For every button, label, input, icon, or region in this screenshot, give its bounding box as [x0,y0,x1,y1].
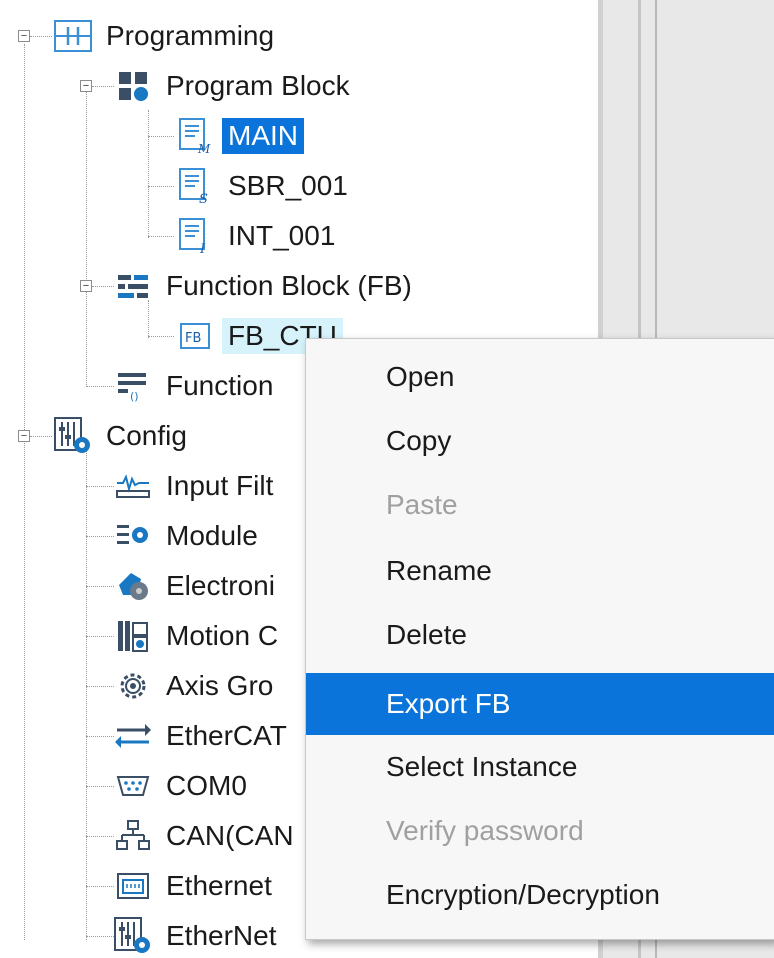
svg-text:(): () [130,390,139,402]
tree-line [30,36,52,37]
main-program-icon: M [176,117,214,155]
tree-line [86,736,114,737]
program-block-icon [114,67,152,105]
tree-label: CAN(CAN [166,820,294,851]
tree-node-program-block[interactable]: Program Block [114,64,356,108]
tree-line [86,444,87,940]
tree-node-electronic[interactable]: Electroni [114,564,281,608]
menu-item-open[interactable]: Open [306,353,774,401]
tree-node-function-block[interactable]: Function Block (FB) [114,264,418,308]
tree-label: Config [106,420,187,451]
menu-item-export-fb[interactable]: Export FB [306,673,774,735]
tree-line [86,936,114,937]
menu-item-delete[interactable]: Delete [306,611,774,659]
module-icon [114,517,152,555]
tree-line [86,836,114,837]
tree-node-int-001[interactable]: I INT_001 [176,214,341,258]
tree-label: INT_001 [228,220,336,251]
tree-line [148,136,174,137]
tree-line [24,44,25,940]
tree-line [148,236,174,237]
tree-line [92,86,114,87]
ladder-icon [54,17,92,55]
tree-label: Programming [106,20,275,51]
tree-line [86,486,114,487]
collapse-toggle-function-block[interactable]: − [80,280,92,292]
gear-icon [114,667,152,705]
tree-line [86,586,114,587]
tree-label: MAIN [222,118,304,154]
menu-item-verify-password: Verify password [386,815,584,846]
menu-item-encryption[interactable]: Encryption/Decryption [306,871,774,919]
tree-label: COM0 [166,770,247,801]
context-menu: Open Copy Paste Rename Delete Export FB … [305,338,774,940]
tree-node-programming[interactable]: Programming [54,14,280,58]
tree-label: EtherNet [166,920,277,951]
tree-node-motion[interactable]: Motion C [114,614,284,658]
tree-line [148,336,174,337]
svg-text:FB: FB [185,331,201,346]
tree-node-function[interactable]: () Function [114,364,279,408]
ethercat-icon [114,717,152,755]
tree-line [148,110,149,238]
motion-control-icon [114,617,152,655]
tree-node-can[interactable]: CAN(CAN [114,814,300,858]
tree-label: Ethernet [166,870,272,901]
network-icon [114,817,152,855]
tree-node-ethernet[interactable]: Ethernet [114,864,278,908]
tree-line [86,536,114,537]
tree-line [86,92,87,387]
config-icon [54,417,92,455]
tree-node-ethercat[interactable]: EtherCAT [114,714,293,758]
tree-label: Input Filt [166,470,274,501]
tree-node-input-filter[interactable]: Input Filt [114,464,279,508]
tree-line [86,686,114,687]
serial-port-icon [114,767,152,805]
tree-node-config[interactable]: Config [54,414,193,458]
menu-item-copy[interactable]: Copy [306,417,774,465]
tree-node-module[interactable]: Module [114,514,264,558]
ethernet-ip-config-icon [114,917,152,955]
tree-line [86,886,114,887]
tree-label: Motion C [166,620,279,651]
svg-text:M: M [197,142,211,155]
tree-label: EtherCAT [166,720,287,751]
collapse-toggle-program-block[interactable]: − [80,80,92,92]
menu-item-paste: Paste [386,489,458,520]
tree-node-main[interactable]: M MAIN [176,114,304,158]
interrupt-icon: I [176,217,214,255]
tree-line [86,386,114,387]
collapse-toggle-config[interactable]: − [18,430,30,442]
svg-text:S: S [199,192,208,205]
tree-label: SBR_001 [228,170,348,201]
tree-line [86,636,114,637]
tree-line [30,436,52,437]
subroutine-icon: S [176,167,214,205]
tree-node-ethernet-ip[interactable]: EtherNet [114,914,283,958]
fb-icon: FB [176,317,214,355]
tree-label: Program Block [166,70,350,101]
input-filter-icon [114,467,152,505]
menu-item-rename[interactable]: Rename [306,547,774,595]
svg-text:I: I [199,242,206,255]
function-icon: () [114,367,152,405]
electronic-cam-icon [114,567,152,605]
menu-item-select-instance[interactable]: Select Instance [306,743,774,791]
tree-label: Function Block (FB) [166,270,412,301]
ethernet-port-icon [114,867,152,905]
tree-label: Axis Gro [166,670,274,701]
tree-node-sbr-001[interactable]: S SBR_001 [176,164,354,208]
tree-line [92,286,114,287]
tree-label: Function [166,370,274,401]
collapse-toggle-programming[interactable]: − [18,30,30,42]
tree-label: Module [166,520,258,551]
function-block-icon [114,267,152,305]
tree-line [148,186,174,187]
tree-line [86,786,114,787]
tree-node-com0[interactable]: COM0 [114,764,253,808]
tree-node-axis-group[interactable]: Axis Gro [114,664,279,708]
tree-label: Electroni [166,570,275,601]
